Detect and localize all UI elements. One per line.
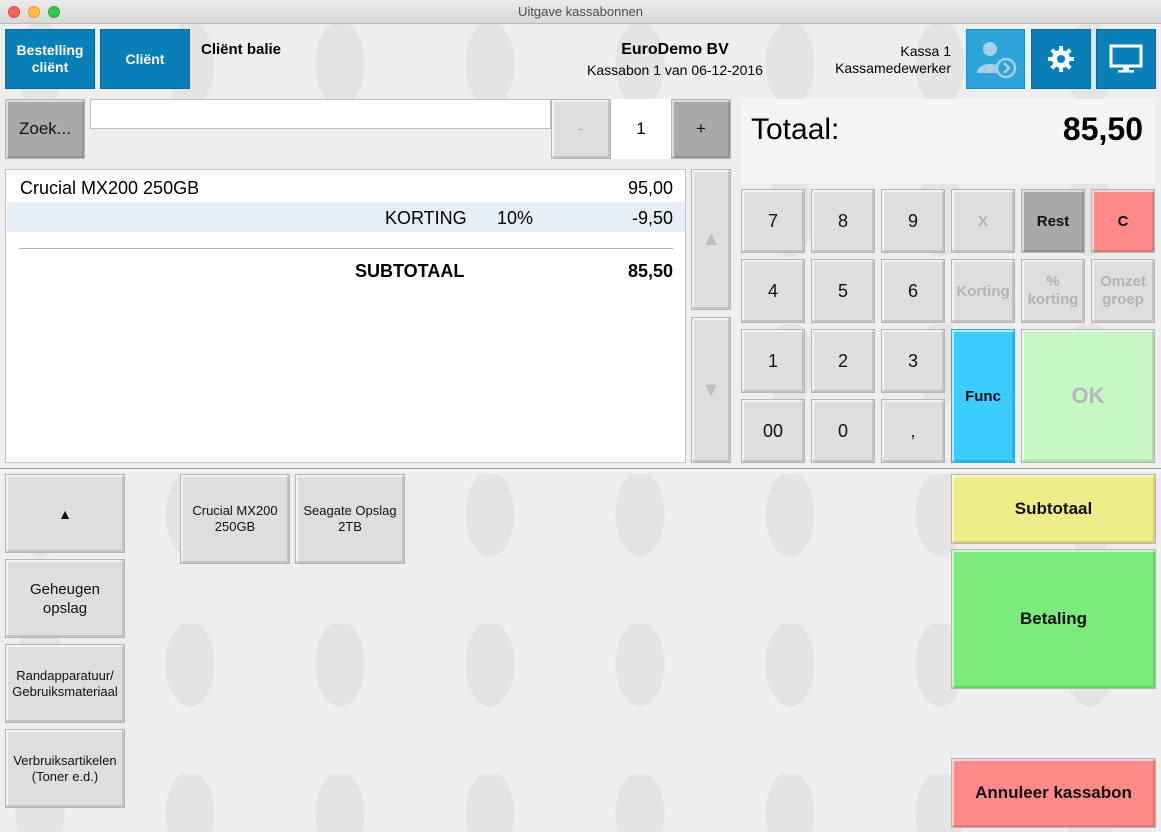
total-value: 85,50 (1062, 111, 1143, 147)
customer-display-button[interactable] (1096, 29, 1156, 89)
minimize-window-button[interactable] (28, 6, 40, 18)
receipt-line-item[interactable]: Crucial MX200 250GB 95,00 (7, 172, 685, 202)
arrow-down-icon: ▼ (701, 378, 721, 401)
receipt-info: Kassabon 1 van 06-12-2016 (587, 62, 763, 78)
window-title: Uitgave kassabonnen (517, 4, 644, 19)
total-panel: Totaal: 85,50 (741, 99, 1155, 184)
receipt-discount-line[interactable]: KORTING 10% -9,50 (7, 202, 685, 232)
register-name: Kassa 1 (900, 43, 951, 59)
item-amount: 95,00 (627, 178, 673, 198)
key-1[interactable]: 1 (741, 329, 805, 393)
key-4[interactable]: 4 (741, 259, 805, 323)
pos-window: Uitgave kassabonnen Bestelling cliënt Cl… (0, 0, 1161, 832)
key-00[interactable]: 00 (741, 399, 805, 463)
cancel-receipt-button[interactable]: Annuleer kassabon (951, 758, 1156, 828)
discount-label: KORTING (385, 208, 467, 228)
search-button[interactable]: Zoek... (5, 99, 85, 159)
client-button[interactable]: Cliënt (100, 29, 190, 89)
receipt-list[interactable]: Crucial MX200 250GB 95,00 KORTING 10% -9… (5, 169, 686, 463)
quantity-increase-button[interactable]: + (671, 99, 731, 159)
discount-amount: -9,50 (631, 208, 673, 228)
key-5[interactable]: 5 (811, 259, 875, 323)
total-label: Totaal: (751, 113, 840, 146)
category-consumables[interactable]: Verbruiksartikelen (Toner e.d.) (5, 729, 125, 808)
search-input[interactable] (90, 99, 551, 129)
order-client-button[interactable]: Bestelling cliënt (5, 29, 95, 89)
scroll-down-button[interactable]: ▼ (691, 317, 731, 463)
employee-name: Kassamedewerker (835, 60, 951, 76)
maximize-window-button[interactable] (48, 6, 60, 18)
discount-percent: 10% (497, 208, 534, 228)
key-0[interactable]: 0 (811, 399, 875, 463)
revenue-group-button[interactable]: Omzet groep (1091, 259, 1155, 323)
key-8[interactable]: 8 (811, 189, 875, 253)
product-crucial-mx200[interactable]: Crucial MX200 250GB (180, 474, 290, 564)
key-multiply[interactable]: X (951, 189, 1015, 253)
quantity-value[interactable]: 1 (611, 99, 671, 159)
settings-button[interactable] (1031, 29, 1091, 89)
subtotal-amount: 85,50 (627, 261, 673, 281)
key-9[interactable]: 9 (881, 189, 945, 253)
key-7[interactable]: 7 (741, 189, 805, 253)
company-name: EuroDemo BV (621, 41, 729, 58)
triangle-up-icon: ▲ (58, 505, 72, 522)
section-divider (0, 468, 1161, 469)
user-switch-icon (976, 42, 1016, 79)
arrow-up-icon: ▲ (701, 228, 721, 250)
ok-button[interactable]: OK (1021, 329, 1155, 463)
item-description: Crucial MX200 250GB (20, 178, 200, 198)
scroll-up-button[interactable]: ▲ (691, 169, 731, 310)
quantity-decrease-button[interactable]: - (551, 99, 611, 159)
payment-button[interactable]: Betaling (951, 549, 1156, 689)
subtotal-label: SUBTOTAAL (355, 261, 465, 281)
register-info: Kassa 1 Kassamedewerker (835, 43, 951, 77)
key-comma[interactable]: , (881, 399, 945, 463)
clear-button[interactable]: C (1091, 189, 1155, 253)
product-seagate-2tb[interactable]: Seagate Opslag 2TB (295, 474, 405, 564)
discount-button[interactable]: Korting (951, 259, 1015, 323)
category-peripherals[interactable]: Randapparatuur/ Gebruiksmateriaal (5, 644, 125, 723)
key-2[interactable]: 2 (811, 329, 875, 393)
gear-icon (1048, 46, 1074, 72)
subtotal-button[interactable]: Subtotaal (951, 474, 1156, 544)
function-button[interactable]: Func (951, 329, 1015, 463)
client-name: Cliënt balie (201, 41, 282, 58)
monitor-icon (1109, 44, 1143, 73)
percent-discount-button[interactable]: % korting (1021, 259, 1085, 323)
rest-button[interactable]: Rest (1021, 189, 1085, 253)
category-up-button[interactable]: ▲ (5, 474, 125, 553)
category-memory-storage[interactable]: Geheugen opslag (5, 559, 125, 638)
close-window-button[interactable] (8, 6, 20, 18)
title-bar: Uitgave kassabonnen (0, 0, 1161, 24)
key-6[interactable]: 6 (881, 259, 945, 323)
key-3[interactable]: 3 (881, 329, 945, 393)
receipt-divider (19, 248, 673, 249)
company-info: EuroDemo BV Kassabon 1 van 06-12-2016 (540, 41, 810, 78)
client-switch-button[interactable] (966, 29, 1025, 89)
